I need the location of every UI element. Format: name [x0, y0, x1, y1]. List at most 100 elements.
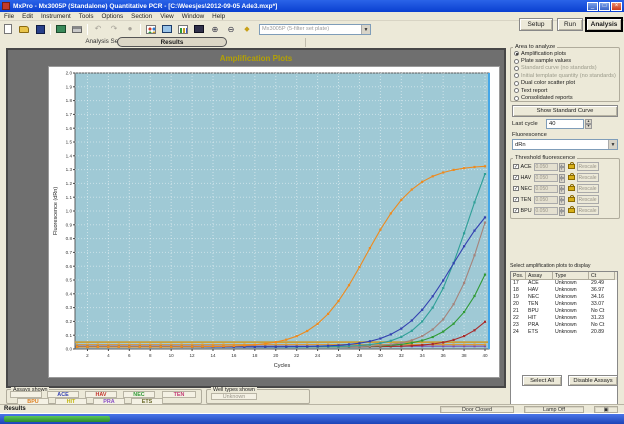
table-row[interactable]: 24ETS Unknown20.89	[511, 329, 617, 336]
threshold-stepper[interactable]: ▲▼	[559, 174, 565, 182]
well-type-toggle[interactable]: Unknown	[211, 393, 257, 400]
table-row[interactable]: 20TEN Unknown33.07	[511, 301, 617, 308]
key-icon[interactable]: ◆	[240, 23, 254, 36]
svg-text:2.0: 2.0	[66, 71, 73, 76]
tab-results[interactable]: Results	[117, 37, 227, 47]
setup-button[interactable]: Setup	[519, 18, 553, 31]
undo-icon[interactable]: ↶	[91, 23, 105, 36]
svg-text:0.2: 0.2	[66, 319, 73, 324]
disable-assays-button[interactable]: Disable Assays	[568, 375, 618, 386]
lock-icon[interactable]	[568, 175, 575, 181]
minimize-button[interactable]: _	[587, 2, 598, 11]
menu-instrument[interactable]: Instrument	[37, 13, 75, 20]
radio-text-report[interactable]: Text report	[511, 87, 619, 94]
redo-icon[interactable]: ↷	[107, 23, 121, 36]
menu-window[interactable]: Window	[178, 13, 208, 20]
radio-icon	[514, 81, 519, 86]
maximize-button[interactable]: □	[599, 2, 610, 11]
svg-text:28: 28	[357, 353, 363, 358]
close-button[interactable]: ×	[611, 2, 622, 11]
run-button[interactable]: Run	[557, 18, 583, 31]
threshold-input[interactable]: 0.050	[534, 163, 558, 171]
table-row[interactable]: 21BPU UnknownNo Ct	[511, 308, 617, 315]
window-title: MxPro - Mx3005P (Standalone) Quantitativ…	[13, 3, 586, 10]
threshold-row: ✓ NEC 0.050 ▲▼ Rescale	[511, 183, 619, 194]
select-all-button[interactable]: Select All	[522, 375, 562, 386]
menu-edit[interactable]: Edit	[18, 13, 37, 20]
plate-view-icon[interactable]	[192, 23, 206, 36]
well-types-group: Well types shown Unknown	[206, 389, 310, 404]
lock-icon[interactable]	[568, 164, 575, 170]
svg-text:16: 16	[231, 353, 237, 358]
rescale-button: Rescale	[577, 206, 599, 215]
area-to-analyze-title: Area to analyze	[513, 44, 557, 50]
show-standard-curve-button[interactable]: Show Standard Curve	[512, 105, 618, 117]
radio-initial-template-quantity: Initial template quantity (no standards)	[511, 72, 619, 79]
chevron-down-icon: ▼	[361, 25, 370, 34]
zoom-in-icon[interactable]: ⊕	[208, 23, 222, 36]
fluorescence-dropdown[interactable]: dRn ▼	[512, 139, 618, 150]
title-bar: MxPro - Mx3005P (Standalone) Quantitativ…	[0, 0, 624, 12]
zoom-out-icon[interactable]: ⊖	[224, 23, 238, 36]
threshold-stepper[interactable]: ▲▼	[559, 207, 565, 215]
radio-consolidated-reports[interactable]: Consolidated reports	[511, 94, 619, 101]
table-row[interactable]: 22HIT Unknown31.23	[511, 315, 617, 322]
open-icon[interactable]	[17, 23, 31, 36]
svg-text:1.7: 1.7	[66, 112, 73, 117]
analysis-button[interactable]: Analysis	[586, 18, 622, 31]
print-icon[interactable]	[70, 23, 84, 36]
radio-amplification-plots[interactable]: Amplification plots	[511, 50, 619, 57]
area-to-analyze-group: Area to analyze Amplification plots Plat…	[510, 44, 620, 102]
new-document-icon[interactable]	[1, 23, 15, 36]
status-door: Door Closed	[440, 406, 514, 413]
radio-icon	[514, 51, 519, 56]
assays-shown-group: Assays shown ACE HAV NEC TEN BPU HIT PRA…	[6, 389, 202, 404]
threshold-stepper[interactable]: ▲▼	[559, 185, 565, 193]
threshold-input[interactable]: 0.050	[534, 185, 558, 193]
menu-view[interactable]: View	[156, 13, 178, 20]
save-icon[interactable]	[33, 23, 47, 36]
threshold-group: Threshold fluorescence ✓ ACE 0.050 ▲▼ Re…	[510, 155, 620, 219]
thermal-profile-icon[interactable]	[160, 23, 174, 36]
plate-selector-dropdown[interactable]: Mx3005P (5-filter set plate) ▼	[259, 24, 371, 35]
chart-icon[interactable]	[176, 23, 190, 36]
threshold-input[interactable]: 0.050	[534, 174, 558, 182]
menu-section[interactable]: Section	[127, 13, 156, 20]
progress-segment	[4, 416, 110, 422]
lock-icon[interactable]	[568, 197, 575, 203]
threshold-input[interactable]: 0.050	[534, 196, 558, 204]
svg-text:24: 24	[315, 353, 321, 358]
svg-text:0.9: 0.9	[66, 222, 73, 227]
apply-icon[interactable]: ●	[123, 23, 137, 36]
radio-dual-color-scatter-plot[interactable]: Dual color scatter plot	[511, 80, 619, 87]
lock-icon[interactable]	[568, 186, 575, 192]
table-row[interactable]: 19NEC Unknown34.16	[511, 294, 617, 301]
svg-text:10: 10	[169, 353, 175, 358]
amplification-chart[interactable]: 0.00.10.20.30.40.50.60.70.80.91.01.11.21…	[49, 67, 499, 377]
table-row[interactable]: 18HAV Unknown36.97	[511, 287, 617, 294]
plate-setup-icon[interactable]	[144, 23, 158, 36]
last-cycle-input[interactable]: 40	[546, 119, 584, 129]
export-icon[interactable]	[54, 23, 68, 36]
svg-text:14: 14	[210, 353, 216, 358]
assay-toggle[interactable]: TEN	[162, 391, 196, 398]
threshold-stepper[interactable]: ▲▼	[559, 163, 565, 171]
fluorescence-label: Fluorescence	[512, 132, 547, 138]
lock-icon[interactable]	[568, 208, 575, 214]
threshold-stepper[interactable]: ▲▼	[559, 196, 565, 204]
analysis-panel: Area to analyze Amplification plots Plat…	[506, 37, 624, 413]
chart-title: Amplification Plots	[8, 54, 504, 63]
threshold-input[interactable]: 0.050	[534, 207, 558, 215]
last-cycle-stepper[interactable]: ▲▼	[585, 119, 592, 129]
menu-help[interactable]: Help	[208, 13, 229, 20]
svg-text:0.8: 0.8	[66, 236, 73, 241]
svg-text:22: 22	[294, 353, 300, 358]
menu-options[interactable]: Options	[97, 13, 127, 20]
menu-tools[interactable]: Tools	[75, 13, 98, 20]
status-lamp: Lamp Off	[524, 406, 584, 413]
table-row[interactable]: 17ACE Unknown29.49	[511, 280, 617, 287]
plots-table-header: Pos. Assay Type Ct	[511, 272, 617, 280]
table-row[interactable]: 23PRA UnknownNo Ct	[511, 322, 617, 329]
radio-plate-sample-values[interactable]: Plate sample values	[511, 57, 619, 64]
menu-file[interactable]: File	[0, 13, 18, 20]
